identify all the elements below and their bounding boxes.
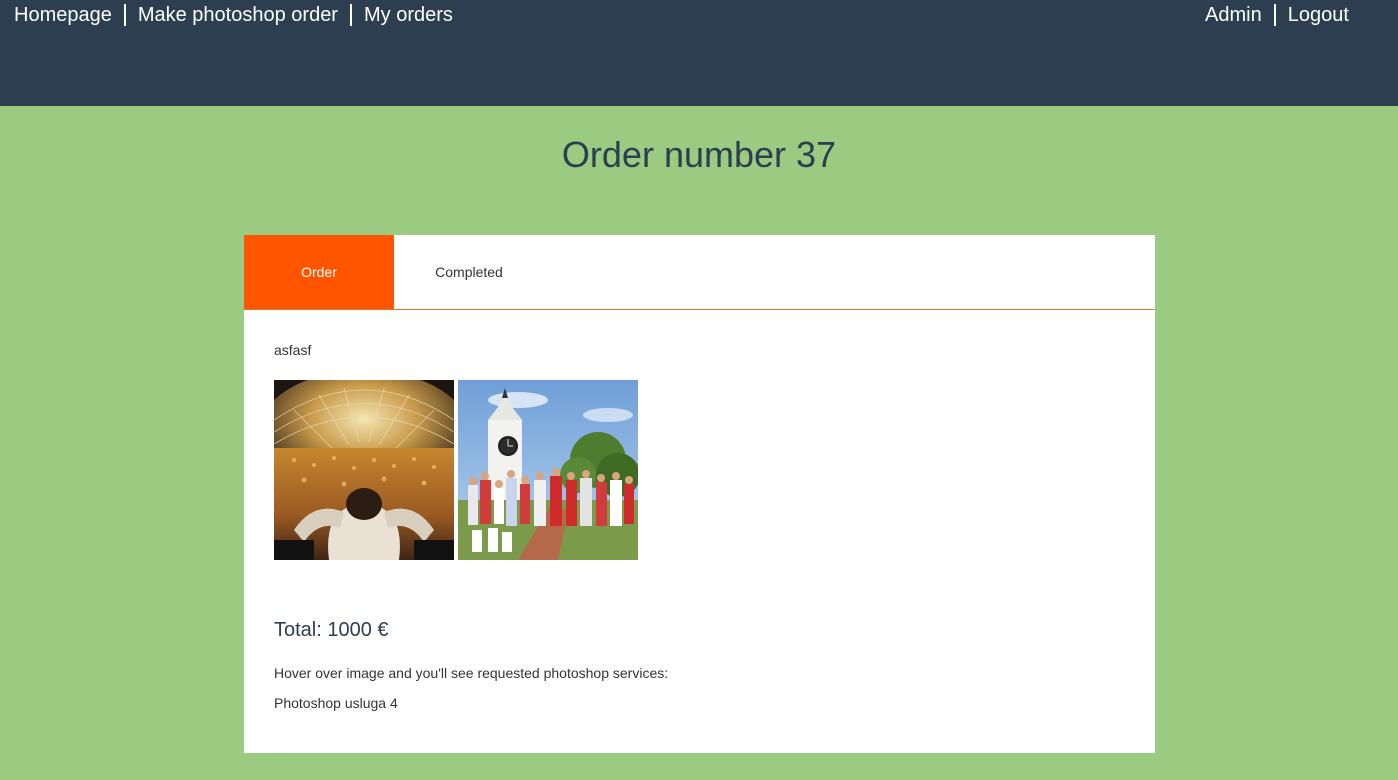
nav-divider (123, 4, 126, 26)
top-navigation-bar: Homepage Make photoshop order My orders … (0, 0, 1398, 106)
nav-left-group: Homepage Make photoshop order My orders (14, 3, 453, 27)
tab-completed[interactable]: Completed (394, 235, 544, 309)
nav-admin-link[interactable]: Admin (1205, 3, 1262, 27)
concert-crowd-photo[interactable] (274, 380, 454, 560)
requested-service-item: Photoshop usluga 4 (274, 695, 398, 711)
order-total: Total: 1000 € (274, 619, 389, 641)
nav-divider (349, 4, 352, 26)
nav-my-orders-link[interactable]: My orders (364, 3, 453, 27)
nav-right-group: Admin Logout (1205, 3, 1349, 27)
order-panel: Order Completed asfasf Total: 1000 € Hov… (244, 235, 1155, 753)
hover-hint-text: Hover over image and you'll see requeste… (274, 665, 669, 681)
nav-homepage-link[interactable]: Homepage (14, 3, 112, 27)
order-image-gallery (274, 380, 638, 560)
nav-logout-link[interactable]: Logout (1288, 3, 1349, 27)
clock-tower-group-photo[interactable] (458, 380, 638, 560)
nav-divider (1273, 4, 1276, 26)
order-description: asfasf (274, 342, 312, 358)
page-title: Order number 37 (561, 134, 837, 175)
tab-order[interactable]: Order (244, 235, 394, 309)
tab-bar: Order Completed (244, 235, 1155, 310)
nav-make-order-link[interactable]: Make photoshop order (138, 3, 338, 27)
